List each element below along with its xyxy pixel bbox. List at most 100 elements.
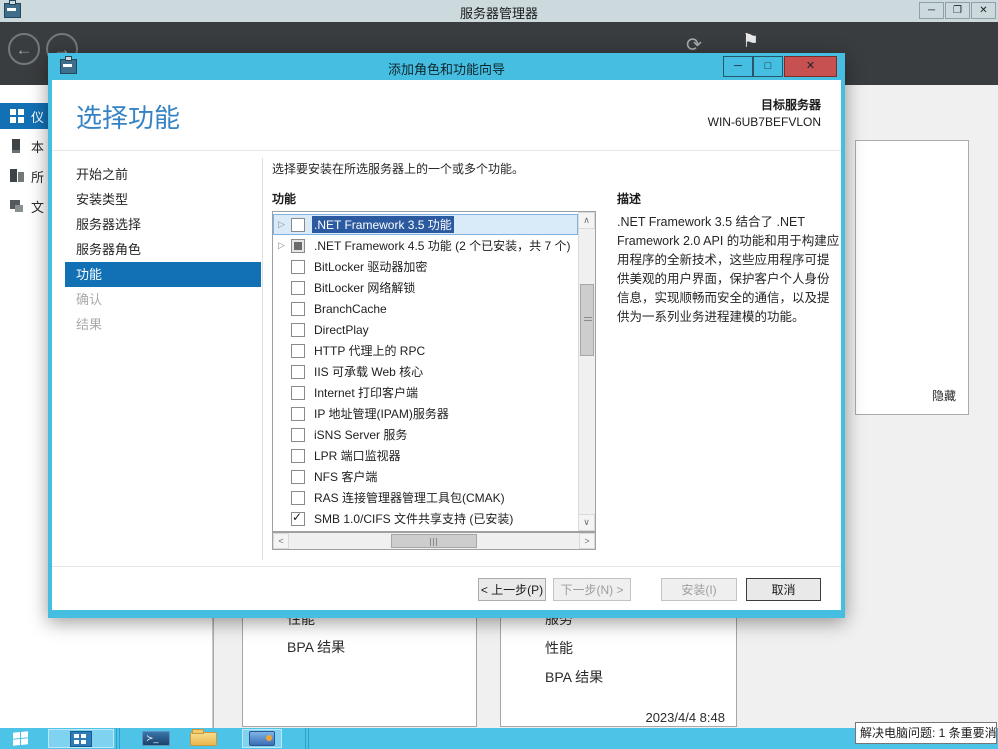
taskbar-explorer[interactable] — [190, 729, 217, 746]
expander-icon[interactable] — [278, 240, 291, 251]
back-button[interactable]: ← — [8, 33, 40, 65]
feature-row[interactable]: LPR 端口监视器 — [273, 445, 578, 466]
feature-label: NFS 客户端 — [314, 470, 378, 484]
wizard-nav: 开始之前 安装类型 服务器选择 服务器角色 功能 确认 结果 — [65, 162, 261, 337]
feature-checkbox[interactable] — [291, 406, 305, 421]
folder-icon — [190, 729, 217, 746]
wizard-nav-item[interactable]: 开始之前 — [65, 162, 261, 187]
feature-row[interactable]: NFS 客户端 — [273, 466, 578, 487]
tile-link[interactable]: 性能 — [545, 638, 573, 658]
feature-label: iSNS Server 服务 — [314, 428, 408, 442]
cancel-button[interactable]: 取消 — [746, 578, 821, 601]
file-storage-icon — [9, 198, 25, 214]
taskbar-server-manager[interactable] — [48, 729, 114, 748]
sidebar-item-label: 本 — [31, 139, 45, 155]
taskbar-computer-tool[interactable] — [242, 729, 282, 748]
feature-row[interactable]: IP 地址管理(IPAM)服务器 — [273, 403, 578, 424]
wizard-nav-item[interactable]: 功能 — [65, 262, 261, 287]
feature-row[interactable]: IIS 可承载 Web 核心 — [273, 361, 578, 382]
page-title: 选择功能 — [76, 103, 181, 133]
taskbar-separator — [119, 728, 120, 749]
feature-checkbox[interactable] — [291, 301, 305, 316]
nav-separator — [262, 158, 263, 560]
start-button[interactable] — [0, 728, 40, 749]
feature-label: SMB 1.0/CIFS 文件共享支持 (已安装) — [314, 512, 514, 526]
expander-icon[interactable] — [278, 219, 291, 230]
taskbar — [0, 728, 998, 749]
feature-row[interactable]: HTTP 代理上的 RPC — [273, 340, 578, 361]
wizard-nav-item[interactable]: 安装类型 — [65, 187, 261, 212]
feature-checkbox[interactable] — [291, 259, 305, 274]
install-button[interactable]: 安装(I) — [661, 578, 737, 601]
header-separator — [52, 150, 841, 151]
feature-row[interactable]: BitLocker 驱动器加密 — [273, 256, 578, 277]
feature-checkbox[interactable] — [291, 364, 305, 379]
feature-checkbox[interactable] — [291, 217, 305, 232]
wizard-nav-item[interactable]: 服务器选择 — [65, 212, 261, 237]
feature-checkbox[interactable] — [291, 510, 305, 526]
feature-checkbox[interactable] — [291, 280, 305, 295]
horizontal-scrollbar[interactable]: < > — [272, 532, 596, 550]
dialog-minimize-button[interactable]: ─ — [723, 56, 753, 77]
feature-row[interactable]: Internet 打印客户端 — [273, 382, 578, 403]
dialog-close-button[interactable]: ✕ — [784, 56, 837, 77]
feature-label: IP 地址管理(IPAM)服务器 — [314, 407, 449, 421]
tile-link[interactable]: BPA 结果 — [287, 637, 345, 657]
feature-label: Internet 打印客户端 — [314, 386, 419, 400]
feature-row[interactable]: .NET Framework 3.5 功能 — [273, 214, 578, 235]
feature-row[interactable]: DirectPlay — [273, 319, 578, 340]
feature-row[interactable]: .NET Framework 4.5 功能 (2 个已安装，共 7 个) — [273, 235, 578, 256]
scroll-down-icon[interactable]: ∨ — [578, 514, 595, 531]
wizard-nav-item[interactable]: 服务器角色 — [65, 237, 261, 262]
feature-label: HTTP 代理上的 RPC — [314, 344, 426, 358]
horizontal-scroll-thumb[interactable] — [391, 534, 477, 548]
feature-checkbox[interactable] — [291, 385, 305, 400]
tile-timestamp: 2023/4/4 8:48 — [645, 710, 725, 725]
feature-checkbox[interactable] — [291, 343, 305, 358]
scroll-up-icon[interactable]: ∧ — [578, 212, 595, 229]
feature-checkbox[interactable] — [291, 490, 305, 505]
close-button[interactable]: ✕ — [971, 2, 996, 19]
taskbar-powershell[interactable] — [142, 731, 170, 746]
wizard-nav-item[interactable]: 确认 — [65, 287, 261, 312]
wizard-nav-item[interactable]: 结果 — [65, 312, 261, 337]
back-button[interactable]: < 上一步(P) — [478, 578, 546, 601]
feature-checkbox[interactable] — [291, 238, 305, 253]
scroll-right-icon[interactable]: > — [579, 533, 595, 549]
dialog-titlebar[interactable]: 添加角色和功能向导 ─ □ ✕ — [48, 53, 845, 80]
features-listbox[interactable]: .NET Framework 3.5 功能 .NET Framework 4.5… — [272, 211, 596, 532]
target-server-name: WIN-6UB7BEFVLON — [707, 115, 821, 129]
feature-row[interactable]: BitLocker 网络解锁 — [273, 277, 578, 298]
dashboard-icon — [9, 108, 25, 124]
feature-checkbox[interactable] — [291, 427, 305, 442]
restore-button[interactable]: ❐ — [945, 2, 970, 19]
tile-link[interactable]: BPA 结果 — [545, 667, 603, 687]
dialog-maximize-button[interactable]: □ — [753, 56, 783, 77]
feature-checkbox[interactable] — [291, 322, 305, 337]
scroll-left-icon[interactable]: < — [273, 533, 289, 549]
computer-window-icon — [249, 731, 275, 746]
add-roles-features-wizard: 添加角色和功能向导 ─ □ ✕ 选择功能 目标服务器 WIN-6UB7BEFVL… — [48, 53, 845, 618]
next-button[interactable]: 下一步(N) > — [553, 578, 631, 601]
vertical-scrollbar[interactable]: ∧ ∨ — [578, 212, 595, 531]
notification-flag-icon[interactable]: ⚑ — [742, 30, 759, 53]
minimize-button[interactable]: ─ — [919, 2, 944, 19]
feature-row[interactable]: SMB 1.0/CIFS 文件共享支持 (已安装) — [273, 508, 578, 529]
feature-checkbox[interactable] — [291, 448, 305, 463]
instruction-text: 选择要安装在所选服务器上的一个或多个功能。 — [272, 162, 525, 176]
hide-link[interactable]: 隐藏 — [932, 387, 956, 404]
description-label: 描述 — [617, 192, 642, 206]
action-center-tooltip[interactable]: 解决电脑问题: 1 条重要消 — [855, 722, 997, 744]
feature-row[interactable]: iSNS Server 服务 — [273, 424, 578, 445]
target-server-label: 目标服务器 — [760, 98, 821, 112]
feature-row[interactable]: RAS 连接管理器管理工具包(CMAK) — [273, 487, 578, 508]
feature-label: BranchCache — [314, 301, 387, 316]
feature-label: .NET Framework 3.5 功能 — [312, 216, 454, 233]
feature-label: DirectPlay — [314, 322, 369, 337]
features-list-label: 功能 — [272, 192, 297, 206]
vertical-scroll-thumb[interactable] — [580, 284, 594, 356]
feature-row[interactable]: BranchCache — [273, 298, 578, 319]
feature-label: .NET Framework 4.5 功能 (2 个已安装，共 7 个) — [314, 239, 571, 253]
feature-checkbox[interactable] — [291, 469, 305, 484]
feature-label: IIS 可承载 Web 核心 — [314, 365, 424, 379]
